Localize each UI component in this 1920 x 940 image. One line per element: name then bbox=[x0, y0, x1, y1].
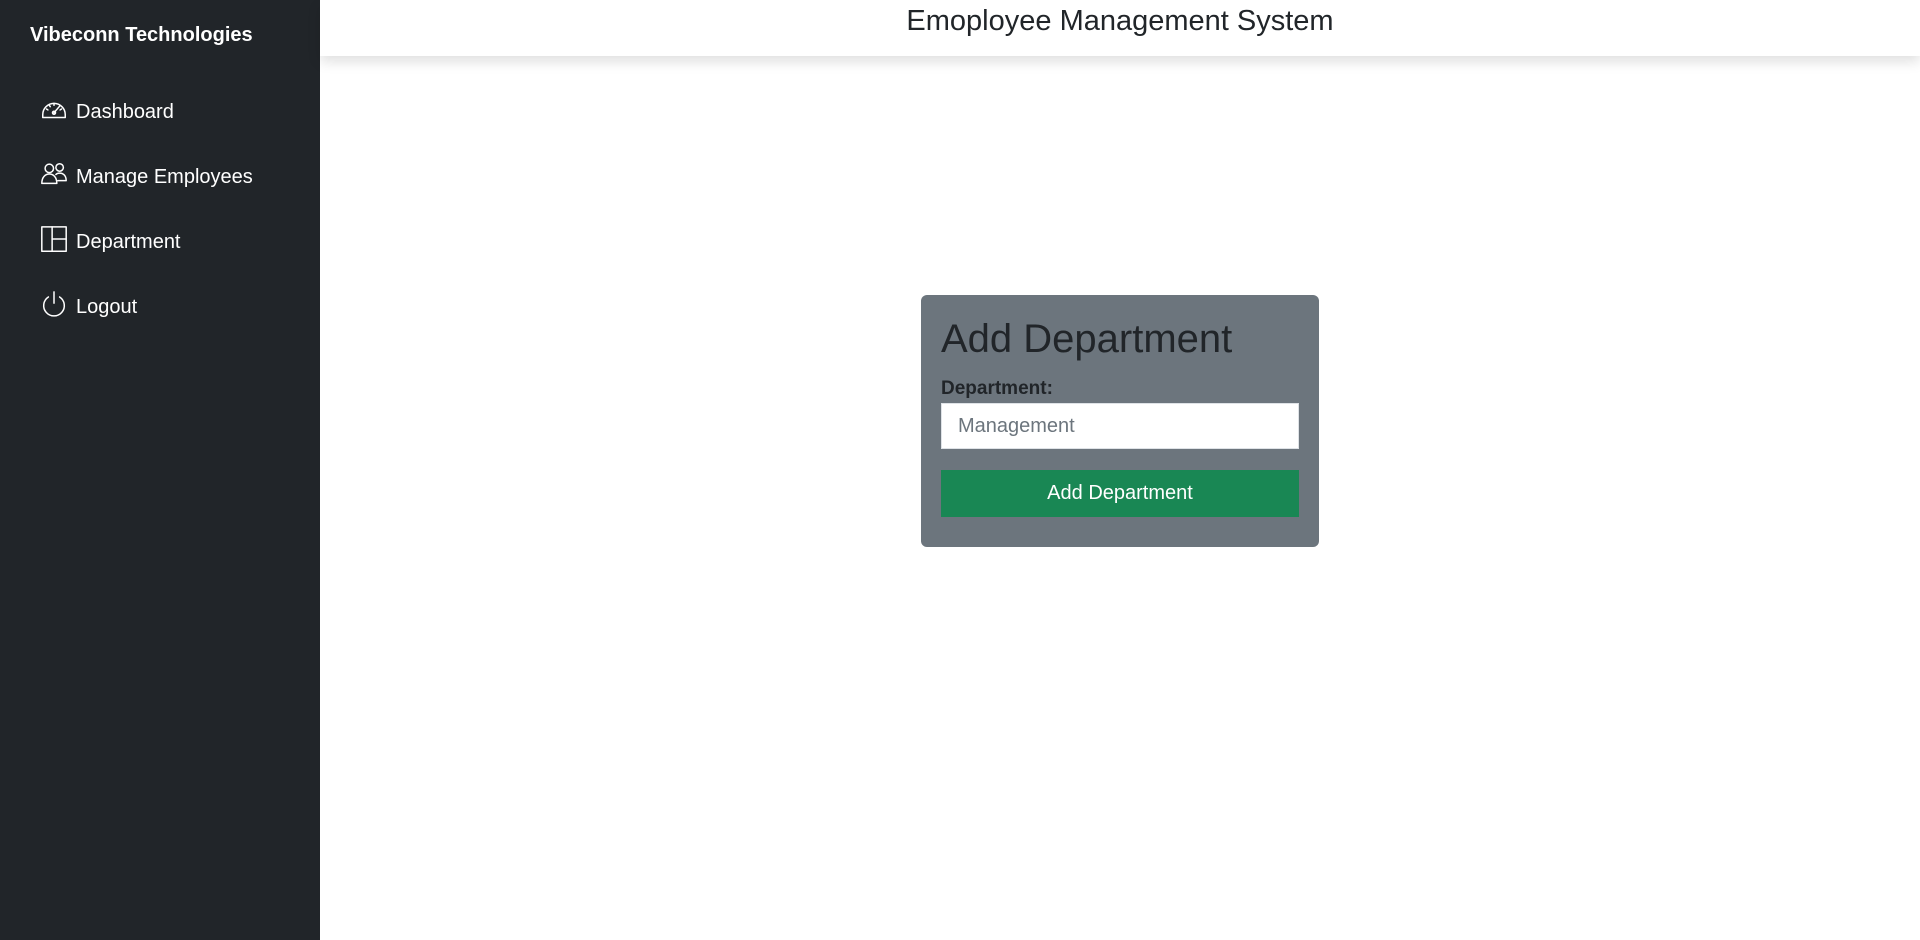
sidebar: Vibeconn Technologies Dashboard Manage E… bbox=[0, 0, 320, 940]
people-icon bbox=[38, 158, 70, 190]
sidebar-item-logout[interactable]: Logout bbox=[38, 287, 137, 327]
department-field-label: Department: bbox=[941, 378, 1053, 399]
form-title: Add Department bbox=[941, 317, 1233, 361]
power-icon bbox=[38, 288, 70, 320]
page-title: Emoployee Management System bbox=[906, 4, 1334, 37]
columns-layout-icon bbox=[38, 223, 70, 255]
top-header: Emoployee Management System bbox=[320, 0, 1920, 56]
app-root: Vibeconn Technologies Dashboard Manage E… bbox=[0, 0, 1920, 940]
sidebar-item-manage-employees[interactable]: Manage Employees bbox=[38, 157, 253, 197]
add-department-button[interactable]: Add Department bbox=[941, 470, 1299, 517]
sidebar-item-label: Manage Employees bbox=[76, 165, 253, 188]
sidebar-item-dashboard[interactable]: Dashboard bbox=[38, 92, 174, 132]
sidebar-item-label: Logout bbox=[76, 295, 138, 318]
sidebar-item-department[interactable]: Department bbox=[38, 222, 181, 262]
department-input[interactable] bbox=[941, 403, 1299, 449]
sidebar-item-label: Dashboard bbox=[76, 100, 174, 123]
speedometer-icon bbox=[38, 93, 70, 125]
add-department-card: Add Department Department: Add Departmen… bbox=[921, 295, 1319, 547]
sidebar-item-label: Department bbox=[76, 230, 181, 253]
brand-name: Vibeconn Technologies bbox=[30, 24, 253, 46]
